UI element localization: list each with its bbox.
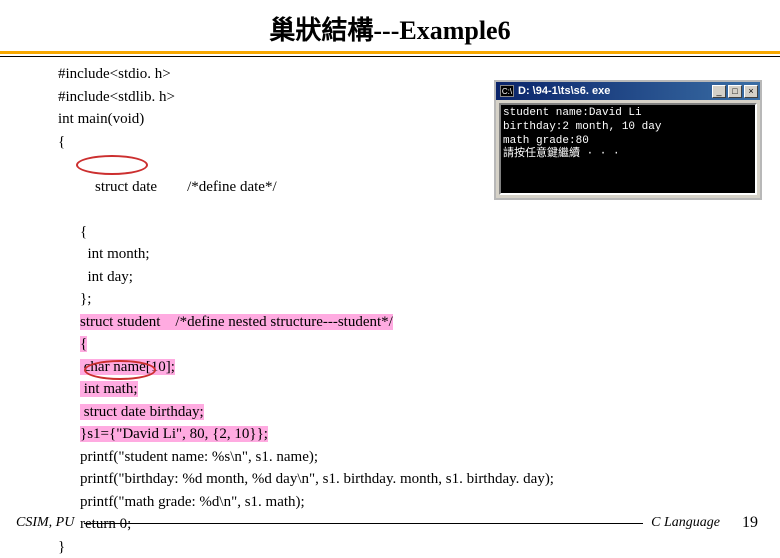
slide-title: 巢狀結構---Example6 xyxy=(0,0,780,51)
code-line: int month; xyxy=(58,243,780,266)
console-window: C:\ D: \94-1\ts\s6. exe _ □ × student na… xyxy=(494,80,762,200)
page-number: 19 xyxy=(742,514,758,532)
code-line: int day; xyxy=(58,266,780,289)
code-line: }s1={"David Li", 80, {2, 10}}; xyxy=(58,423,780,446)
footer-divider xyxy=(84,523,643,524)
code-line: char name[10]; xyxy=(58,356,780,379)
highlight: int math; xyxy=(80,381,138,397)
code-line: printf("math grade: %d\n", s1. math); xyxy=(58,491,780,514)
struct-date-decl: struct date xyxy=(95,179,157,195)
code-line: struct student /*define nested structure… xyxy=(58,311,780,334)
footer: CSIM, PU C Language 19 xyxy=(0,514,780,532)
highlight: char name[10]; xyxy=(80,359,175,375)
code-line: }; xyxy=(58,288,780,311)
highlight: }s1={"David Li", 80, {2, 10}}; xyxy=(80,426,268,442)
maximize-button[interactable]: □ xyxy=(728,85,742,98)
cmd-icon: C:\ xyxy=(500,85,514,97)
close-button[interactable]: × xyxy=(744,85,758,98)
footer-author: CSIM, PU xyxy=(16,515,74,531)
footer-language: C Language xyxy=(651,515,720,531)
highlight: { xyxy=(80,336,87,352)
code-line: } xyxy=(58,536,780,558)
console-titlebar: C:\ D: \94-1\ts\s6. exe _ □ × xyxy=(496,82,760,100)
code-line: printf("birthday: %d month, %d day\n", s… xyxy=(58,468,780,491)
comment: /*define date*/ xyxy=(157,179,277,195)
code-line: printf("student name: %s\n", s1. name); xyxy=(58,446,780,469)
console-title: D: \94-1\ts\s6. exe xyxy=(518,85,710,97)
console-output: student name:David Li birthday:2 month, … xyxy=(499,103,757,195)
highlight: struct student /*define nested structure… xyxy=(80,314,393,330)
highlight: struct date birthday; xyxy=(80,404,204,420)
code-line: { xyxy=(58,333,780,356)
code-line: struct date birthday; xyxy=(58,401,780,424)
minimize-button[interactable]: _ xyxy=(712,85,726,98)
struct-date-ref: struct date xyxy=(84,404,146,420)
code-line: { xyxy=(58,221,780,244)
accent-bar xyxy=(0,51,780,54)
code-line: int math; xyxy=(58,378,780,401)
